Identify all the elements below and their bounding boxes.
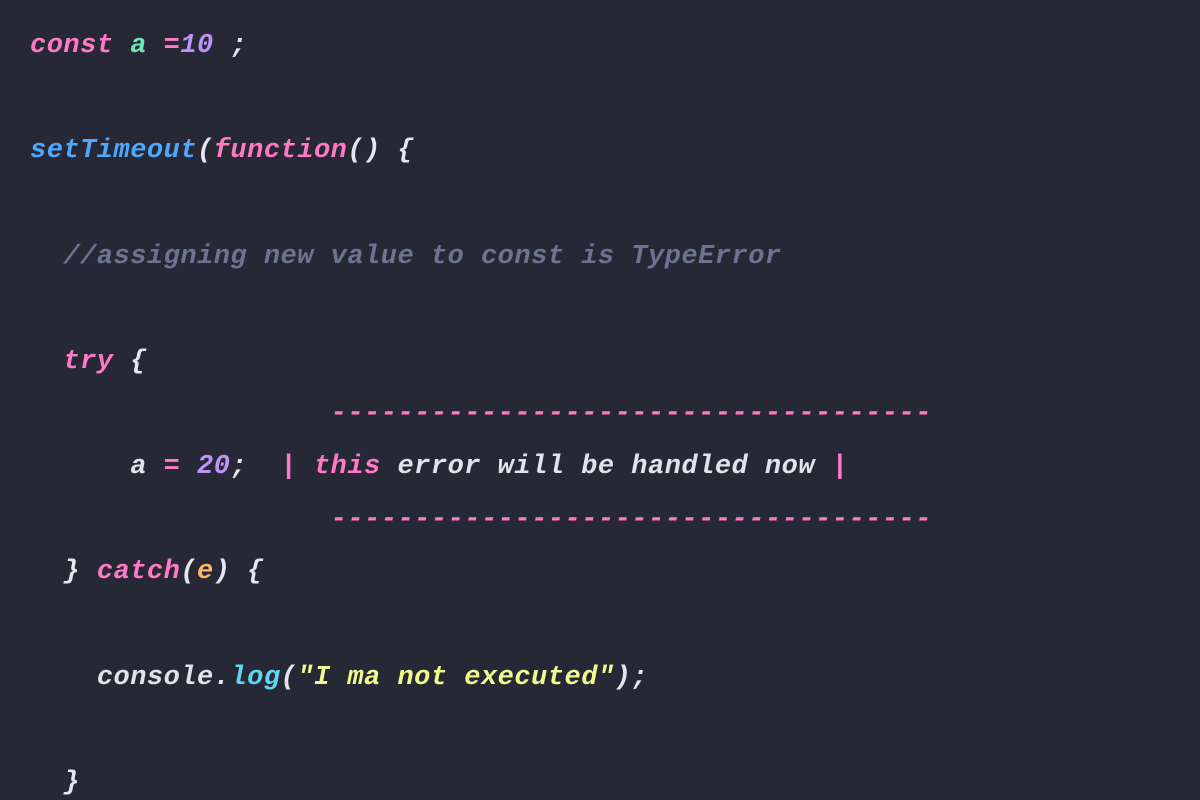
keyword-function: function: [214, 136, 348, 166]
comment-typeerror: //assigning new value to const is TypeEr…: [63, 242, 781, 272]
method-log: log: [230, 663, 280, 693]
paren-close-3: ): [615, 663, 632, 693]
keyword-const: const: [30, 31, 114, 61]
number-10: 10: [180, 31, 213, 61]
brace-open-1: {: [397, 136, 414, 166]
operator-assign: =: [164, 31, 181, 61]
paren-close-2: ): [214, 557, 231, 587]
paren-open-4: (: [281, 663, 298, 693]
annotation-pipe-2: |: [832, 452, 849, 482]
brace-open-3: {: [247, 557, 264, 587]
object-console: console: [97, 663, 214, 693]
annotation-pipe-1: |: [281, 452, 298, 482]
brace-close-2: }: [63, 768, 80, 798]
brace-close-1: }: [63, 557, 80, 587]
annotation-this: this: [314, 452, 381, 482]
semicolon-2: ;: [230, 452, 247, 482]
semicolon-3: ;: [631, 663, 648, 693]
annotation-top-border: ------------------------------------: [331, 399, 932, 429]
annotation-bottom-border: ------------------------------------: [331, 505, 932, 535]
paren-open-3: (: [180, 557, 197, 587]
paren-open-2: (: [347, 136, 364, 166]
string-literal: "I ma not executed": [297, 663, 614, 693]
semicolon-1: ;: [230, 31, 247, 61]
param-e: e: [197, 557, 214, 587]
identifier-a: a: [130, 31, 147, 61]
annotation-text: error will be handled now: [397, 452, 815, 482]
paren-close-1: ): [364, 136, 381, 166]
brace-open-2: {: [130, 347, 147, 377]
number-20: 20: [197, 452, 230, 482]
dot-1: .: [214, 663, 231, 693]
paren-open-1: (: [197, 136, 214, 166]
operator-assign-2: =: [164, 452, 181, 482]
identifier-a-2: a: [130, 452, 147, 482]
code-block: const a =10 ; setTimeout(function() { //…: [0, 0, 1200, 800]
keyword-try: try: [63, 347, 113, 377]
function-settimeout: setTimeout: [30, 136, 197, 166]
keyword-catch: catch: [97, 557, 181, 587]
